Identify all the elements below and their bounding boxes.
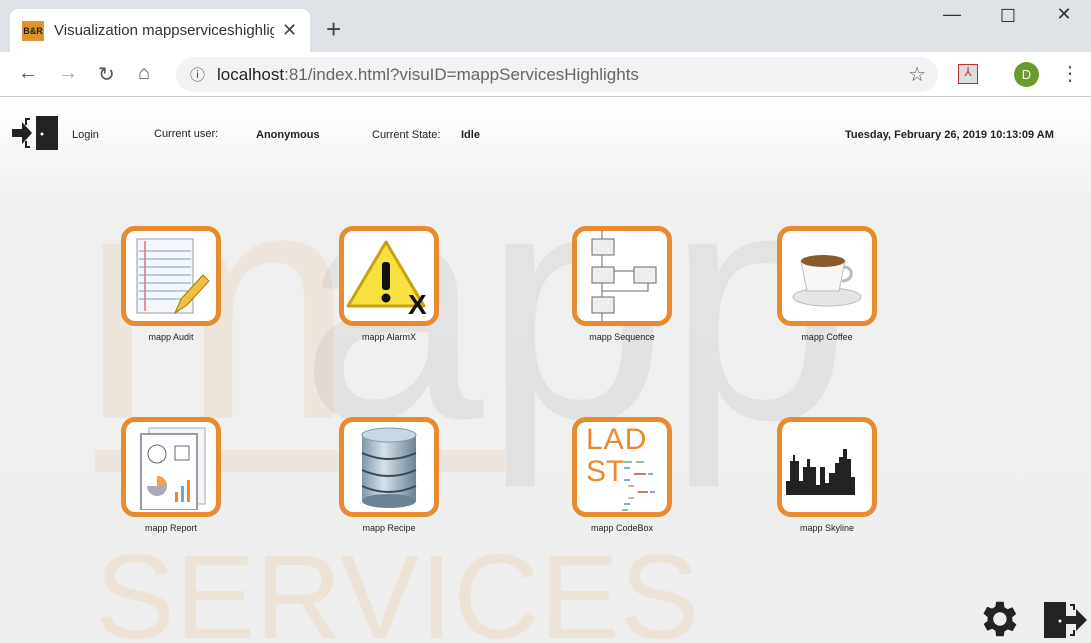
tile-label: mapp Sequence xyxy=(589,332,655,342)
address-bar[interactable]: ⓘ localhost:81/index.html?visuID=mappSer… xyxy=(176,57,938,92)
pdf-extension-icon[interactable]: ⅄ xyxy=(958,64,978,84)
database-icon xyxy=(361,427,417,508)
warning-icon: X xyxy=(346,240,427,316)
url-host: localhost xyxy=(217,64,285,84)
tile-mapp-report[interactable] xyxy=(121,417,221,517)
current-state-value: Idle xyxy=(461,129,480,141)
datetime: Tuesday, February 26, 2019 10:13:09 AM xyxy=(845,129,1054,141)
tab-title: Visualization mappserviceshighlights xyxy=(54,22,274,39)
profile-avatar[interactable]: D xyxy=(1014,62,1039,87)
url-path: :81/index.html?visuID=mappServicesHighli… xyxy=(284,64,639,84)
watermark-services: SERVICES xyxy=(95,530,700,643)
minimize-button[interactable]: — xyxy=(932,4,972,25)
tile-mapp-recipe[interactable] xyxy=(339,417,439,517)
logout-icon[interactable] xyxy=(1044,602,1088,640)
codebox-lad-text: LAD xyxy=(586,423,648,456)
star-icon[interactable]: ☆ xyxy=(908,62,926,87)
reload-icon[interactable]: ↻ xyxy=(98,62,115,87)
login-link[interactable]: Login xyxy=(72,129,99,141)
codebox-icon: LAD ST xyxy=(582,423,662,511)
favicon: B&R xyxy=(22,20,44,41)
tile-mapp-coffee[interactable] xyxy=(777,226,877,326)
tile-mapp-alarmx[interactable]: X xyxy=(339,226,439,326)
back-icon[interactable]: ← xyxy=(18,62,38,85)
mapp-services-watermark: m app SERVICES xyxy=(80,119,851,643)
close-tab-icon[interactable]: ✕ xyxy=(282,20,297,41)
sequence-chart-icon xyxy=(591,231,657,321)
tile-mapp-audit[interactable] xyxy=(121,226,221,326)
tile-mapp-skyline[interactable] xyxy=(777,417,877,517)
tile-label: mapp Skyline xyxy=(799,523,855,533)
browser-toolbar: ← → ↻ ⌂ ⓘ localhost:81/index.html?visuID… xyxy=(0,52,1091,97)
tile-label: mapp Audit xyxy=(148,332,194,342)
tile-label: mapp Coffee xyxy=(801,332,853,342)
tile-label: mapp Report xyxy=(144,523,198,533)
login-icon[interactable] xyxy=(12,116,60,152)
new-tab-button[interactable]: + xyxy=(326,14,341,45)
browser-tab[interactable]: B&R Visualization mappserviceshighlights… xyxy=(10,9,310,52)
forward-icon[interactable]: → xyxy=(58,62,78,85)
maximize-button[interactable]: ☐ xyxy=(988,6,1028,27)
tile-label: mapp CodeBox xyxy=(590,523,654,533)
info-icon: ⓘ xyxy=(190,67,206,84)
current-user-value: Anonymous xyxy=(256,129,320,141)
svg-text:X: X xyxy=(408,289,427,316)
current-user-label: Current user: xyxy=(154,128,219,140)
report-icon xyxy=(140,427,206,510)
current-state-label: Current State: xyxy=(372,129,441,141)
close-window-button[interactable]: ✕ xyxy=(1044,4,1084,25)
tile-mapp-sequence[interactable] xyxy=(572,226,672,326)
codebox-st-text: ST xyxy=(586,455,625,488)
tab-bar: B&R Visualization mappserviceshighlights… xyxy=(0,0,1091,52)
tile-label: mapp Recipe xyxy=(362,523,416,533)
visualization-page: m app SERVICES Login Current user: Anony… xyxy=(0,98,1091,643)
tile-mapp-codebox[interactable]: LAD ST xyxy=(572,417,672,517)
menu-icon[interactable]: ⋮ xyxy=(1060,61,1080,86)
skyline-icon xyxy=(786,449,855,495)
home-icon[interactable]: ⌂ xyxy=(138,62,150,85)
tile-label: mapp AlarmX xyxy=(361,332,417,342)
notepad-pencil-icon xyxy=(136,238,210,315)
coffee-cup-icon xyxy=(792,255,862,307)
gear-icon[interactable] xyxy=(975,596,1021,642)
